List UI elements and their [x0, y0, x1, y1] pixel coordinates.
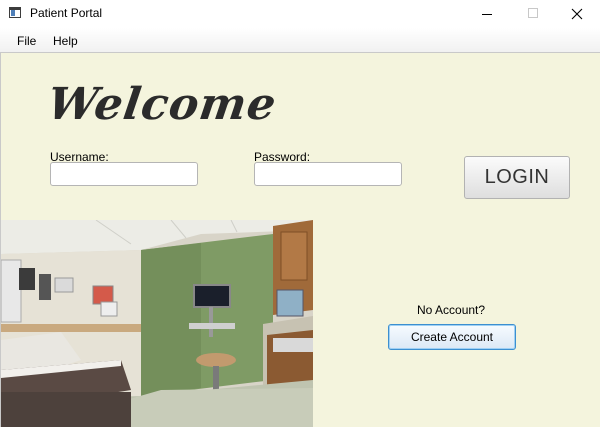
maximize-icon — [528, 8, 538, 18]
menu-help[interactable]: Help — [53, 34, 78, 48]
window-title: Patient Portal — [30, 6, 103, 20]
login-panel: Welcome Username: Password: LOGIN No Acc… — [0, 53, 600, 427]
no-account-label: No Account? — [417, 303, 486, 317]
username-input[interactable] — [50, 162, 198, 186]
minimize-button[interactable] — [464, 0, 510, 28]
create-account-button[interactable]: Create Account — [388, 324, 516, 350]
menu-file[interactable]: File — [17, 34, 36, 48]
maximize-button[interactable] — [510, 0, 556, 28]
welcome-heading: Welcome — [44, 79, 280, 130]
password-input[interactable] — [254, 162, 402, 186]
login-button[interactable]: LOGIN — [464, 156, 570, 199]
minimize-icon — [482, 14, 492, 15]
menu-bar: File Help — [0, 28, 600, 53]
application-window-icon — [9, 7, 21, 18]
close-icon — [571, 8, 583, 20]
exam-room-photo — [1, 220, 313, 427]
title-bar: Patient Portal — [0, 0, 600, 28]
close-button[interactable] — [554, 0, 600, 28]
